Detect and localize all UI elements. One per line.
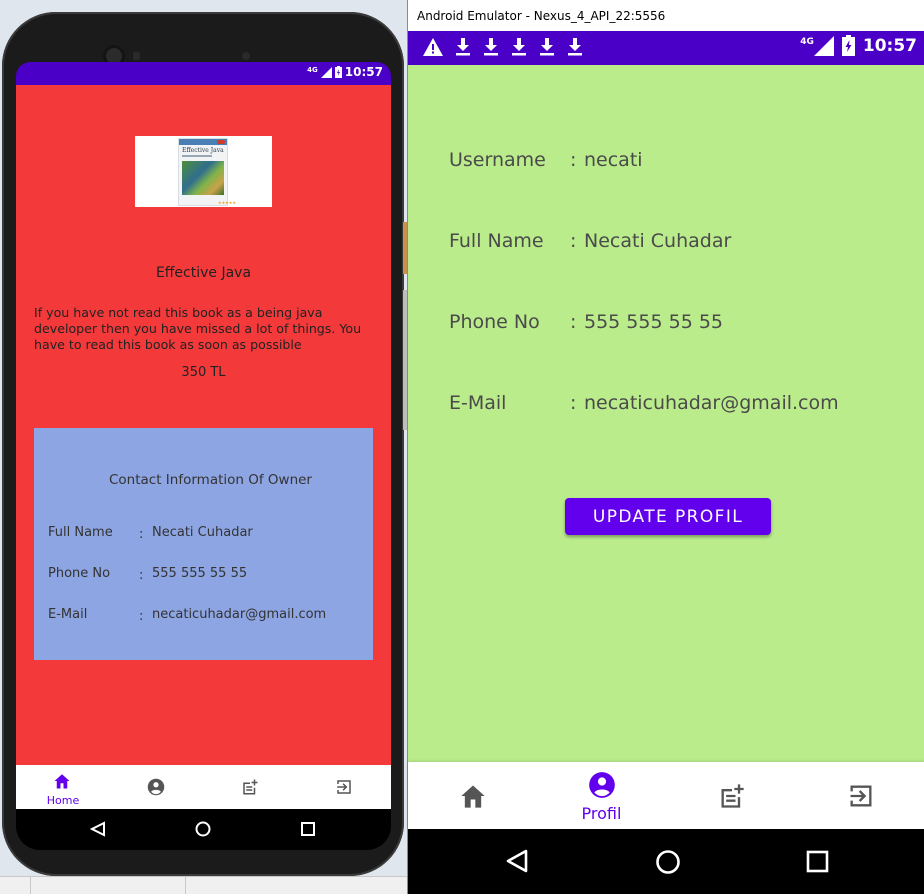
system-navigation-bar: [408, 829, 924, 894]
profile-page: Username : necati Full Name : Necati Cuh…: [408, 65, 924, 762]
battery-icon: [334, 66, 342, 78]
profile-value: Necati Cuhadar: [584, 230, 732, 252]
signal-icon: [320, 66, 332, 78]
contact-value: 555 555 55 55: [152, 566, 248, 581]
profile-value: necaticuhadar@gmail.com: [584, 392, 839, 414]
nav-add-post[interactable]: [204, 765, 298, 809]
nav-home-label: Home: [46, 794, 80, 807]
contact-separator: :: [139, 568, 144, 583]
nav-logout[interactable]: [298, 765, 391, 809]
contact-value: necaticuhadar@gmail.com: [152, 607, 327, 622]
nav-logout[interactable]: [796, 762, 924, 829]
download-icon: [540, 38, 554, 56]
bottom-navigation: Profil: [408, 762, 924, 829]
contact-separator: :: [139, 609, 144, 624]
back-icon[interactable]: [505, 849, 529, 873]
profile-label: E-Mail: [449, 392, 507, 414]
battery-icon: [841, 35, 855, 56]
home-icon: [54, 774, 70, 789]
sensor-dot: [242, 52, 250, 60]
cover-illustration: [182, 161, 224, 195]
warning-icon: [423, 38, 443, 56]
profile-separator: :: [570, 392, 577, 414]
speaker-grille: [133, 52, 140, 60]
book-cover: Effective Java: [178, 138, 228, 206]
system-navigation-bar: [16, 809, 391, 850]
book-image: Effective Java ★★★★★: [135, 136, 272, 207]
post-add-icon: [243, 779, 258, 795]
profile-separator: :: [570, 149, 577, 171]
nav-home[interactable]: [408, 762, 537, 829]
contact-separator: :: [139, 527, 144, 542]
profile-label: Phone No: [449, 311, 540, 333]
contact-label: Phone No: [48, 566, 111, 581]
profile-separator: :: [570, 230, 577, 252]
home-circle-icon[interactable]: [195, 821, 211, 837]
rating-stars: ★★★★★: [218, 200, 236, 205]
download-icon: [484, 38, 498, 56]
recents-icon[interactable]: [806, 850, 829, 873]
strip-divider: [30, 877, 31, 894]
phone-screen: 4G 10:57 Effective Java ★★★★★ Effective …: [16, 62, 391, 850]
account-circle-icon: [589, 772, 615, 798]
strip-divider: [185, 877, 186, 894]
network-label: 4G: [307, 66, 318, 74]
book-price: 350 TL: [181, 365, 226, 380]
contact-card: Contact Information Of Owner Full Name :…: [34, 428, 373, 660]
signal-icon: [813, 35, 834, 56]
book-description: If you have not read this book as a bein…: [34, 305, 362, 352]
profile-value: necati: [584, 149, 643, 171]
profile-value: 555 555 55 55: [584, 311, 724, 333]
profile-separator: :: [570, 311, 577, 333]
status-time: 10:57: [344, 65, 383, 79]
post-add-icon: [721, 784, 744, 808]
network-label: 4G: [800, 36, 814, 47]
home-circle-icon[interactable]: [655, 849, 681, 875]
book-detail-page: Effective Java ★★★★★ Effective Java If y…: [16, 85, 391, 765]
contact-heading: Contact Information Of Owner: [108, 472, 312, 488]
status-time: 10:57: [862, 35, 917, 56]
cover-title: Effective Java: [182, 147, 224, 154]
status-bar: 4G 10:57: [408, 31, 924, 65]
recents-icon[interactable]: [301, 822, 315, 836]
bottom-navigation: Home: [16, 765, 391, 809]
nav-home[interactable]: Home: [16, 765, 110, 809]
contact-label: E-Mail: [48, 607, 88, 622]
contact-value: Necati Cuhadar: [152, 525, 253, 540]
back-icon[interactable]: [90, 821, 106, 837]
status-bar: 4G 10:57: [16, 62, 391, 85]
profile-label: Full Name: [449, 230, 544, 252]
window-titlebar: Android Emulator - Nexus_4_API_22:5556: [408, 0, 924, 31]
home-icon: [461, 785, 485, 808]
screenshot-root: 4G 10:57 Effective Java ★★★★★ Effective …: [0, 0, 924, 894]
book-title: Effective Java: [155, 265, 252, 281]
download-icon: [512, 38, 526, 56]
update-profile-button[interactable]: UPDATE PROFIL: [565, 498, 771, 535]
download-icon: [456, 38, 470, 56]
window-title: Android Emulator - Nexus_4_API_22:5556: [417, 9, 666, 23]
exit-to-app-icon: [850, 785, 872, 807]
nav-profile[interactable]: [110, 765, 204, 809]
profile-label: Username: [449, 149, 546, 171]
nav-profile[interactable]: Profil: [537, 762, 666, 829]
contact-label: Full Name: [48, 525, 113, 540]
download-icon: [568, 38, 582, 56]
bottom-strip: [0, 876, 407, 894]
account-circle-icon: [147, 778, 165, 796]
exit-to-app-icon: [337, 780, 351, 794]
nav-add-post[interactable]: [666, 762, 795, 829]
nav-profile-label: Profil: [581, 804, 622, 823]
emulator-window: Android Emulator - Nexus_4_API_22:5556 4…: [407, 0, 924, 894]
